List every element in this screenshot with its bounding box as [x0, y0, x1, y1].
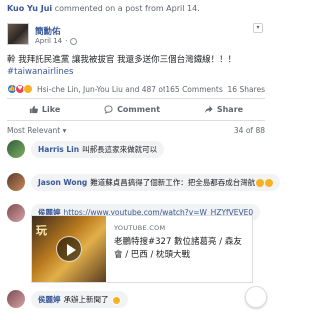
commenter-name[interactable]: 侯麗婷 — [38, 295, 61, 304]
avatar[interactable] — [7, 173, 25, 191]
divider — [7, 120, 265, 121]
author-avatar[interactable] — [7, 23, 29, 45]
sort-dropdown[interactable]: Most Relevant ▾ — [7, 126, 66, 135]
avatar[interactable] — [7, 140, 25, 158]
play-icon[interactable] — [56, 236, 82, 262]
haha-reaction-icon[interactable] — [111, 295, 121, 305]
comment-sort-bar: Most Relevant ▾ 34 of 88 — [7, 126, 265, 135]
chevron-down-icon[interactable]: ▾ — [253, 23, 263, 33]
activity-text: commented on a post from April 14. — [52, 4, 200, 13]
link-site: YOUTUBE.COM — [114, 224, 166, 232]
share-icon — [204, 105, 213, 113]
actor-name[interactable]: Kuo Yu Jui — [7, 4, 52, 13]
post-header: 簡勳佑 April 14 · ▾ — [7, 21, 265, 51]
shares-count[interactable]: 16 Shares — [228, 85, 265, 94]
comment-pager: 34 of 88 — [233, 126, 265, 135]
avatar[interactable] — [7, 204, 25, 222]
reaction-summary[interactable]: 👍 ♥ Hsi-che Lin, Jun-You Liu and 487 oth… — [7, 82, 265, 96]
commenter-name[interactable]: Jason Wong — [38, 178, 87, 187]
comment-bubble: Harris Lin 叫郝長這家來做就可以 — [31, 141, 165, 158]
haha-reaction-icon — [23, 84, 33, 94]
thumbs-up-icon — [29, 105, 38, 113]
share-button[interactable]: Share — [204, 105, 243, 114]
comment-label: Comment — [117, 104, 161, 114]
post-actions: Like Comment Share — [7, 100, 265, 118]
post-text: 幹 我拜託民進黨 讓我被拔官 我還多送你三個台灣鐵線！！！ — [7, 55, 237, 65]
engagement-counts: 165 Comments 16 Shares — [165, 85, 265, 94]
post-author[interactable]: 簡勳佑 — [35, 25, 61, 37]
floating-action-button[interactable] — [245, 286, 267, 308]
comments-count[interactable]: 165 Comments — [165, 85, 222, 94]
comment-text: 叫郝長這家來做就可以 — [82, 145, 158, 154]
link-title[interactable]: 老鵬特搜#327 數位諸葛亮 / 森友會 / 巴西 / 枕頭大戰 — [114, 236, 248, 262]
link-preview-card[interactable]: 玩 YOUTUBE.COM 老鵬特搜#327 數位諸葛亮 / 森友會 / 巴西 … — [31, 215, 253, 283]
share-label: Share — [216, 104, 244, 114]
thumbnail-text: 玩 — [36, 224, 47, 237]
video-thumbnail[interactable]: 玩 — [32, 216, 106, 282]
post-meta: April 14 · — [35, 37, 78, 45]
avatar[interactable] — [7, 290, 25, 308]
hashtag-link[interactable]: #taiwanairlines — [7, 67, 73, 77]
comment-text: 難道蘇貞昌搞得了個新工作：把全島都吞成台灣航 — [90, 178, 256, 187]
comment-bubble: Jason Wong 難道蘇貞昌搞得了個新工作：把全島都吞成台灣航 — [31, 174, 281, 191]
like-label: Like — [41, 104, 61, 114]
reaction-names[interactable]: Hsi-che Lin, Jun-You Liu and 487 others — [37, 85, 165, 94]
emoji-icon — [265, 179, 274, 187]
comment-bubble: 侯麗婷 承辦上新聞了 — [31, 291, 128, 308]
commenter-name[interactable]: Harris Lin — [38, 145, 79, 154]
comment-icon — [104, 104, 113, 114]
post-date[interactable]: April 14 — [35, 37, 62, 45]
globe-icon — [70, 37, 78, 45]
comment-text: 承辦上新聞了 — [63, 295, 109, 304]
comment-button[interactable]: Comment — [104, 105, 160, 114]
like-button[interactable]: Like — [29, 105, 60, 114]
divider — [7, 98, 265, 99]
emoji-icon — [256, 179, 265, 187]
activity-header: Kuo Yu Jui commented on a post from Apri… — [0, 0, 272, 20]
